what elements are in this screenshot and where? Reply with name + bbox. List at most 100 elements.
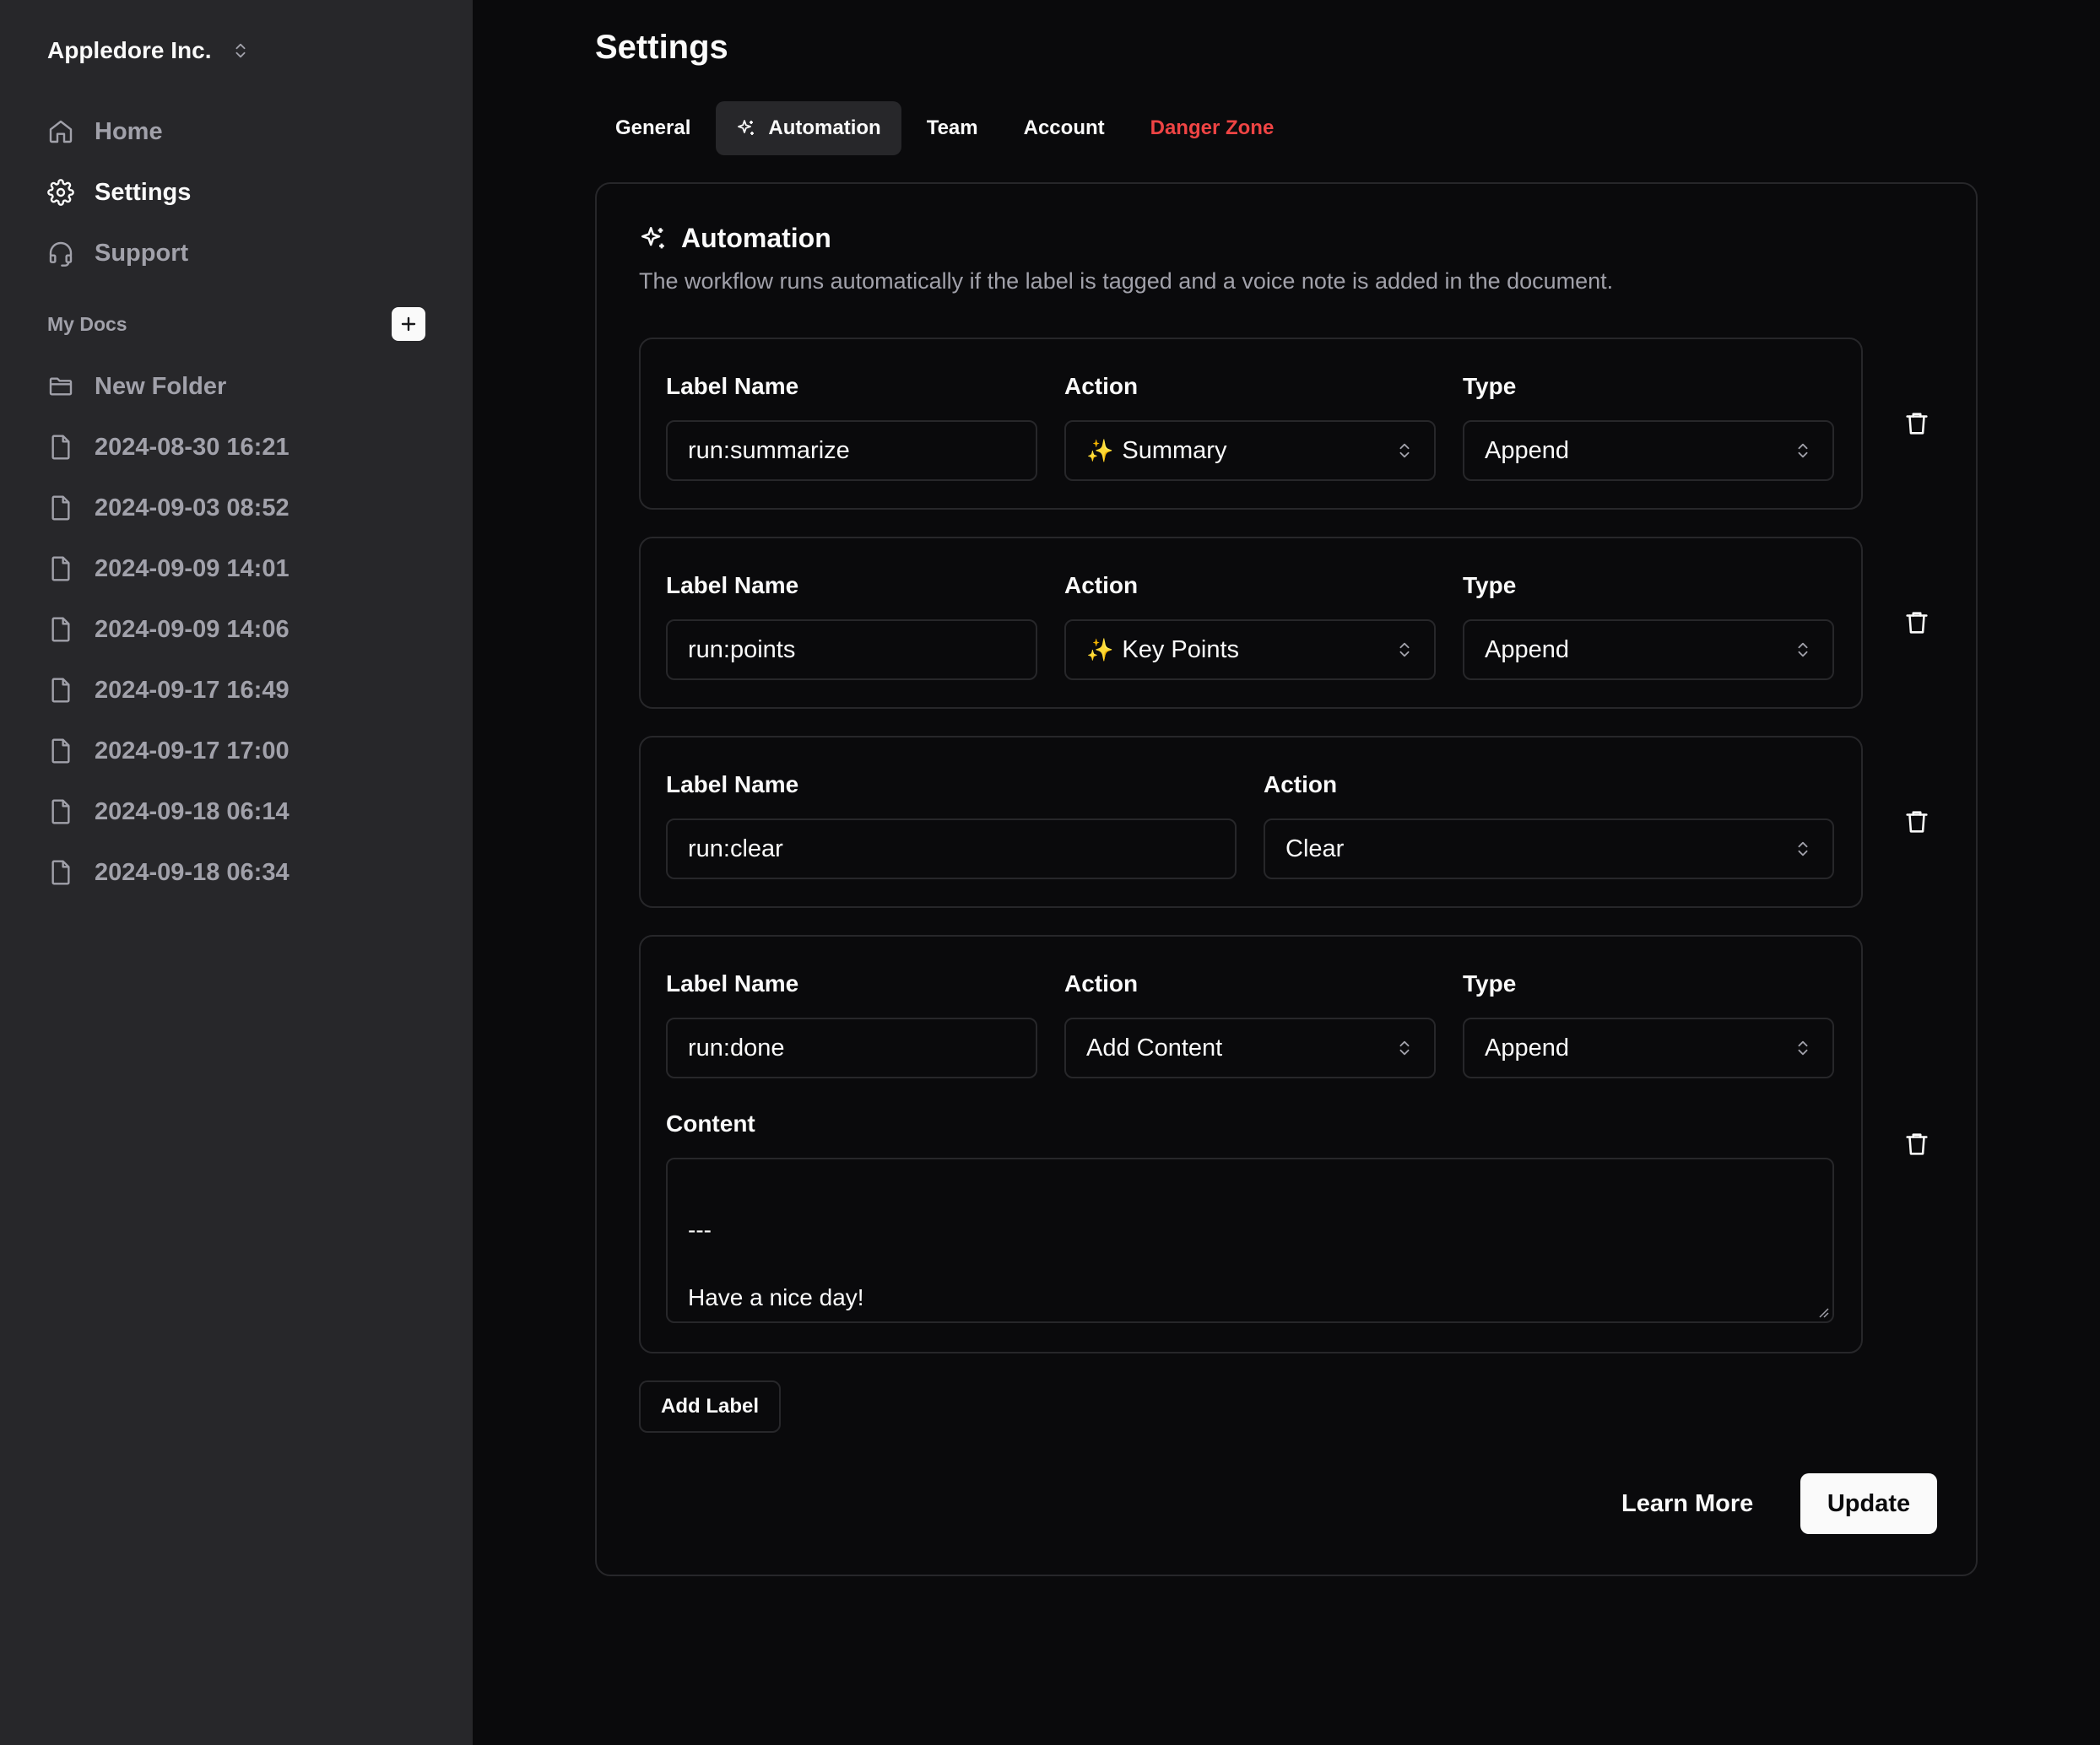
label-name-value: run:points (688, 635, 796, 663)
card-description: The workflow runs automatically if the l… (639, 268, 1614, 294)
tab-team[interactable]: Team (907, 101, 999, 155)
type-select[interactable]: Append (1463, 420, 1834, 481)
sidebar-doc-item[interactable]: 2024-09-17 16:49 (47, 672, 290, 709)
type-label: Type (1463, 970, 1517, 997)
sidebar-doc-item[interactable]: 2024-08-30 16:21 (47, 429, 290, 466)
automation-card: Automation The workflow runs automatical… (595, 182, 1978, 1576)
delete-rule-button[interactable] (1900, 407, 1934, 440)
action-value: Clear (1285, 835, 1345, 862)
nav-item-support[interactable]: Support (47, 235, 188, 272)
action-select[interactable]: ✨ Summary (1064, 420, 1436, 481)
trash-icon (1906, 612, 1928, 634)
type-select[interactable]: Append (1463, 1018, 1834, 1078)
sidebar-doc-item[interactable]: 2024-09-18 06:34 (47, 854, 290, 891)
doc-label: 2024-09-09 14:06 (95, 615, 290, 643)
content-line: Have a nice day! (688, 1284, 864, 1310)
chevron-up-down-icon (235, 43, 246, 58)
sidebar-doc-item[interactable]: 2024-09-18 06:14 (47, 793, 290, 830)
label-name-input[interactable]: run:summarize (666, 420, 1037, 481)
automation-rule: Label Name Action Type run:done Add Cont… (639, 935, 1863, 1353)
file-icon (51, 556, 70, 581)
doc-label: 2024-09-03 08:52 (95, 494, 290, 521)
sidebar-doc-item[interactable]: 2024-09-09 14:06 (47, 611, 290, 648)
tab-account[interactable]: Account (1004, 101, 1125, 155)
tab-label: General (615, 116, 691, 139)
chevron-up-down-icon (1399, 642, 1410, 657)
label-name-value: run:clear (688, 835, 783, 862)
sidebar-folder-item[interactable]: New Folder (47, 368, 226, 405)
sparkles-icon (738, 120, 755, 135)
type-value: Append (1485, 635, 1569, 663)
tab-label: Account (1023, 116, 1105, 139)
action-text: Key Points (1122, 635, 1240, 663)
label-name-label: Label Name (666, 771, 799, 797)
chevron-up-down-icon (1798, 841, 1808, 856)
chevron-up-down-icon (1798, 1040, 1808, 1056)
chevron-up-down-icon (1399, 1040, 1410, 1056)
folder-label: New Folder (95, 372, 227, 400)
type-label: Type (1463, 373, 1517, 399)
action-value: ✨ Key Points (1086, 636, 1239, 664)
sidebar-doc-item[interactable]: 2024-09-09 14:01 (47, 550, 290, 587)
action-select[interactable]: Add Content (1064, 1018, 1436, 1078)
label-name-label: Label Name (666, 970, 799, 997)
trash-icon (1906, 1133, 1928, 1155)
doc-label: 2024-09-17 16:49 (95, 676, 290, 704)
plus-icon (401, 316, 416, 332)
resize-handle-icon[interactable] (1817, 1306, 1829, 1318)
tab-automation[interactable]: Automation (716, 101, 901, 155)
trash-icon (1906, 811, 1928, 833)
nav-item-settings[interactable]: Settings (47, 174, 191, 211)
label-name-input[interactable]: run:done (666, 1018, 1037, 1078)
add-label-button[interactable]: Add Label (639, 1380, 782, 1433)
org-name: Appledore Inc. (47, 37, 212, 63)
action-select[interactable]: ✨ Key Points (1064, 619, 1436, 680)
doc-label: 2024-08-30 16:21 (95, 433, 290, 461)
sparkle-emoji: ✨ (1086, 437, 1114, 463)
tab-general[interactable]: General (595, 101, 711, 155)
sidebar-doc-item[interactable]: 2024-09-03 08:52 (47, 489, 290, 527)
delete-rule-button[interactable] (1900, 1127, 1934, 1161)
label-name-input[interactable]: run:clear (666, 818, 1237, 879)
folder-icon (49, 377, 73, 396)
action-select[interactable]: Clear (1264, 818, 1834, 879)
doc-label: 2024-09-18 06:34 (95, 858, 290, 886)
sidebar-doc-item[interactable]: 2024-09-17 17:00 (47, 732, 290, 770)
delete-rule-button[interactable] (1900, 606, 1934, 640)
file-icon (51, 678, 70, 703)
org-switcher[interactable]: Appledore Inc. (47, 34, 250, 68)
tab-danger-zone[interactable]: Danger Zone (1130, 101, 1295, 155)
label-name-input[interactable]: run:points (666, 619, 1037, 680)
file-icon (51, 495, 70, 521)
automation-rule: Label Name Action Type run:points ✨ Key P… (639, 537, 1863, 709)
file-icon (51, 860, 70, 885)
update-button[interactable]: Update (1800, 1473, 1937, 1534)
content-line: --- (688, 1217, 712, 1243)
tab-label: Danger Zone (1150, 116, 1275, 139)
label-name-value: run:done (688, 1034, 785, 1062)
action-label: Action (1064, 970, 1139, 997)
type-value: Append (1485, 436, 1569, 464)
action-label: Action (1264, 771, 1338, 797)
type-label: Type (1463, 572, 1517, 598)
action-value: Add Content (1086, 1034, 1223, 1062)
card-title: Automation (681, 223, 831, 253)
card-header: Automation (639, 223, 831, 254)
delete-rule-button[interactable] (1900, 805, 1934, 839)
doc-label: 2024-09-18 06:14 (95, 797, 290, 825)
file-icon (51, 738, 70, 764)
label-name-label: Label Name (666, 373, 799, 399)
learn-more-button[interactable]: Learn More (1608, 1473, 1767, 1534)
content-textarea[interactable]: --- Have a nice day! (666, 1158, 1834, 1323)
nav-item-home[interactable]: Home (47, 113, 163, 150)
sidebar: Appledore Inc. Home Settings Support My … (0, 0, 473, 1745)
sparkles-icon (641, 226, 664, 248)
action-text: Summary (1122, 436, 1227, 464)
gear-icon (47, 179, 74, 206)
settings-tabs: General Automation Team Account Danger Z… (595, 101, 1294, 155)
add-doc-button[interactable] (392, 307, 425, 341)
content-label: Content (666, 1110, 755, 1137)
sparkle-emoji: ✨ (1086, 636, 1114, 662)
type-select[interactable]: Append (1463, 619, 1834, 680)
content-line (688, 1180, 1812, 1213)
